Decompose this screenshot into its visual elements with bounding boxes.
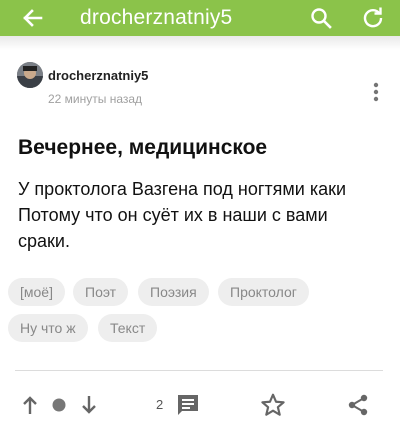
upvote-button[interactable] [18,392,42,418]
arrow-up-icon [23,396,37,414]
rating-indicator [50,396,68,414]
avatar-image [17,62,43,88]
share-button[interactable] [344,391,372,419]
back-button[interactable] [18,5,46,31]
post-body-line: сраки. [18,231,70,251]
tag-poetry[interactable]: Поэзия [138,278,209,306]
more-vertical-icon [373,82,379,102]
tag-proctologist[interactable]: Проктолог [218,278,309,306]
author-name[interactable]: drocherznatniy5 [48,68,148,83]
app-bar-shadow [0,36,400,50]
more-options-button[interactable] [366,80,386,104]
app-bar-title: drocherznatniy5 [80,6,233,29]
post-time: 22 минуты назад [48,92,143,106]
comments-button[interactable] [174,391,202,419]
dot-icon [52,398,66,412]
divider [15,370,383,371]
star-icon [261,393,285,416]
comment-icon [178,395,198,415]
arrow-down-icon [82,396,96,414]
save-button[interactable] [258,390,288,420]
share-icon [348,394,368,416]
post-body: У проктолога Вазгена под ногтями каки По… [18,176,388,254]
downvote-button[interactable] [77,392,101,418]
arrow-left-icon [23,9,43,27]
tag-poet[interactable]: Поэт [73,278,129,306]
post-title[interactable]: Вечернее, медицинское [18,136,267,160]
avatar[interactable] [17,62,43,88]
tag-nu-chto-zh[interactable]: Ну что ж [8,314,88,342]
tag-text[interactable]: Текст [98,314,158,342]
search-icon [311,8,332,29]
refresh-button[interactable] [360,5,386,31]
tag-moe[interactable]: [моё] [8,278,65,306]
refresh-icon [363,7,383,28]
post-body-line: Потому что он суёт их в наши с вами [18,205,328,225]
search-button[interactable] [308,5,334,31]
app-bar: drocherznatniy5 [0,0,400,36]
post-body-line: У проктолога Вазгена под ногтями каки [18,179,347,199]
comments-count[interactable]: 2 [156,397,163,412]
